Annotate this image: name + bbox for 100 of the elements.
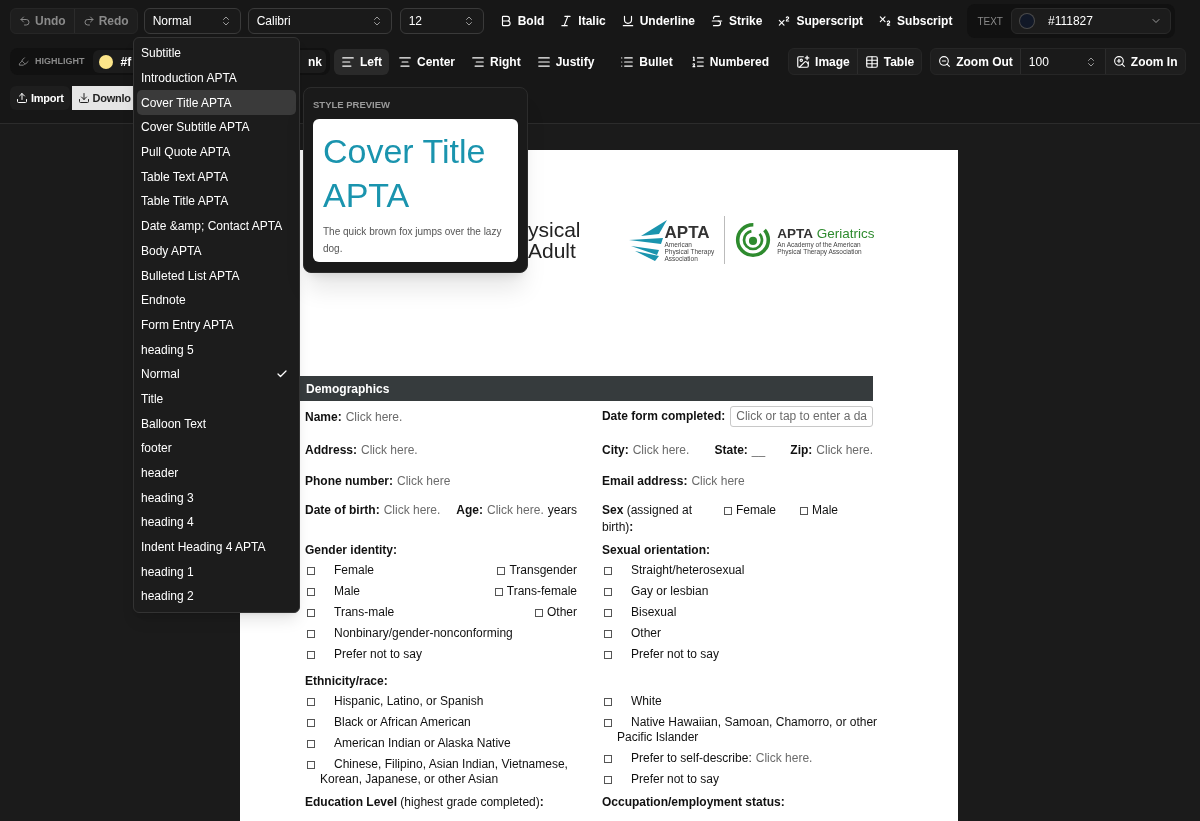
option-label: Prefer not to say — [631, 772, 720, 786]
checkbox-icon[interactable] — [604, 754, 612, 763]
highlight-label: HIGHLIGHT — [35, 54, 85, 68]
style-menu-item[interactable]: heading 4 — [137, 510, 296, 535]
field-placeholder[interactable]: __ — [751, 442, 766, 459]
subscript-button[interactable]: Subscript — [871, 8, 960, 34]
checkbox-icon[interactable] — [307, 587, 315, 596]
numbered-list-icon — [690, 54, 705, 69]
style-select[interactable]: Normal — [143, 8, 241, 34]
option-label: Other — [631, 626, 661, 640]
style-menu-item[interactable]: footer — [137, 436, 296, 461]
option-label: White — [631, 694, 662, 708]
underline-icon — [620, 14, 635, 28]
style-menu-item[interactable]: Subtitle — [137, 41, 296, 66]
style-menu-item[interactable]: Table Text APTA — [137, 164, 296, 190]
superscript-icon — [777, 14, 792, 28]
zoom-out-button[interactable]: Zoom Out — [931, 49, 1020, 74]
option-label: Bisexual — [631, 605, 677, 619]
checkbox-icon[interactable] — [307, 760, 315, 769]
checkbox-icon[interactable] — [604, 608, 612, 617]
option-label: Trans-female — [506, 584, 577, 598]
checkbox-icon[interactable] — [307, 718, 315, 727]
style-menu-item[interactable]: Balloon Text — [137, 411, 296, 436]
field-placeholder[interactable]: Click here. — [345, 409, 403, 426]
bullet-list-button[interactable]: Bullet — [613, 48, 680, 75]
option-label: Female — [334, 563, 374, 577]
checkbox-icon[interactable] — [604, 629, 612, 638]
document-title-line: ysical — [528, 219, 581, 240]
checkbox-icon[interactable] — [307, 566, 315, 575]
field-label: Education Level (highest grade completed): — [305, 795, 544, 809]
font-select[interactable]: Calibri — [247, 8, 392, 34]
bullet-list-icon — [620, 54, 635, 69]
field-label: City: — [602, 442, 629, 459]
underline-button[interactable]: Underline — [613, 8, 703, 34]
checkbox-icon[interactable] — [724, 506, 732, 515]
checkbox-icon[interactable] — [307, 697, 315, 706]
checkbox-icon[interactable] — [604, 566, 612, 575]
insert-table-button[interactable]: Table — [856, 49, 922, 74]
checkbox-icon[interactable] — [307, 608, 315, 617]
field-placeholder[interactable]: Click here — [691, 472, 745, 490]
field-placeholder[interactable]: Click here. — [487, 502, 544, 519]
style-menu-item[interactable]: heading 2 — [137, 584, 296, 609]
checkbox-icon[interactable] — [307, 650, 315, 659]
field-placeholder[interactable]: Click here. — [816, 442, 873, 459]
field-placeholder[interactable]: Click here. — [755, 751, 813, 765]
date-input-field[interactable]: Click or tap to enter a da — [730, 406, 873, 427]
numbered-list-button[interactable]: Numbered — [683, 48, 777, 75]
align-right-button[interactable]: Right — [464, 48, 528, 75]
field-placeholder[interactable]: Click here. — [632, 442, 690, 459]
zoom-select[interactable]: 100 — [1019, 49, 1106, 74]
align-right-icon — [471, 54, 485, 69]
zoom-in-button[interactable]: Zoom In — [1105, 49, 1185, 74]
style-menu-item[interactable]: Endnote — [137, 287, 296, 313]
checkbox-icon[interactable] — [604, 718, 612, 727]
style-menu-item[interactable]: Table Title APTA — [137, 189, 296, 214]
style-menu-item[interactable]: Bulleted List APTA — [137, 263, 296, 288]
style-menu-item[interactable]: Cover Title APTA — [137, 90, 296, 116]
insert-image-button[interactable]: Image — [789, 49, 857, 74]
style-menu-item[interactable]: Date &amp; Contact APTA — [137, 213, 296, 239]
style-menu-item[interactable]: Pull Quote APTA — [137, 139, 296, 165]
preview-sample: The quick brown fox jumps over the lazy dog. — [323, 225, 503, 256]
field-placeholder[interactable]: Click here. — [383, 502, 441, 519]
style-menu-item[interactable]: Cover Subtitle APTA — [137, 115, 296, 140]
text-color-select[interactable]: #111827 — [1011, 8, 1171, 34]
style-menu-item[interactable]: Body APTA — [137, 238, 296, 264]
style-menu-item[interactable]: Normal — [137, 361, 296, 387]
style-menu-item[interactable]: Indent Heading 4 APTA — [137, 534, 296, 560]
checkbox-icon[interactable] — [800, 506, 808, 515]
import-button[interactable]: Import — [10, 86, 70, 110]
checkbox-icon[interactable] — [307, 629, 315, 638]
style-menu-item[interactable]: heading 1 — [137, 559, 296, 585]
font-size-select[interactable]: 12 — [399, 8, 484, 34]
preview-title: Cover Title APTA — [323, 131, 487, 216]
field-placeholder[interactable]: Click here. — [361, 442, 418, 459]
style-menu-item[interactable]: heading 3 — [137, 485, 296, 511]
bold-button[interactable]: Bold — [491, 8, 552, 34]
undo-icon — [19, 15, 31, 27]
field-label: Date form completed: — [601, 408, 726, 425]
strikethrough-icon — [710, 14, 725, 28]
strike-button[interactable]: Strike — [703, 8, 770, 34]
checkbox-icon[interactable] — [604, 650, 612, 659]
align-center-button[interactable]: Center — [391, 48, 462, 75]
option-label: American Indian or Alaska Native — [334, 736, 511, 750]
italic-icon — [559, 14, 574, 28]
align-left-button[interactable]: Left — [334, 48, 389, 75]
italic-button[interactable]: Italic — [552, 8, 613, 34]
style-menu-item[interactable]: Form Entry APTA — [137, 312, 296, 338]
checkbox-icon[interactable] — [535, 608, 543, 617]
checkbox-icon[interactable] — [604, 587, 612, 596]
checkbox-icon[interactable] — [494, 587, 503, 596]
checkbox-icon[interactable] — [497, 566, 506, 575]
style-menu-item[interactable]: Title — [137, 386, 296, 412]
field-placeholder[interactable]: Click here — [397, 472, 451, 490]
checkbox-icon[interactable] — [604, 775, 612, 784]
align-justify-button[interactable]: Justify — [529, 48, 602, 75]
style-menu-item[interactable]: header — [137, 460, 296, 486]
checkbox-icon[interactable] — [604, 697, 612, 706]
style-menu-item[interactable]: heading 5 — [137, 337, 296, 362]
checkbox-icon[interactable] — [307, 739, 315, 748]
superscript-button[interactable]: Superscript — [770, 8, 871, 34]
